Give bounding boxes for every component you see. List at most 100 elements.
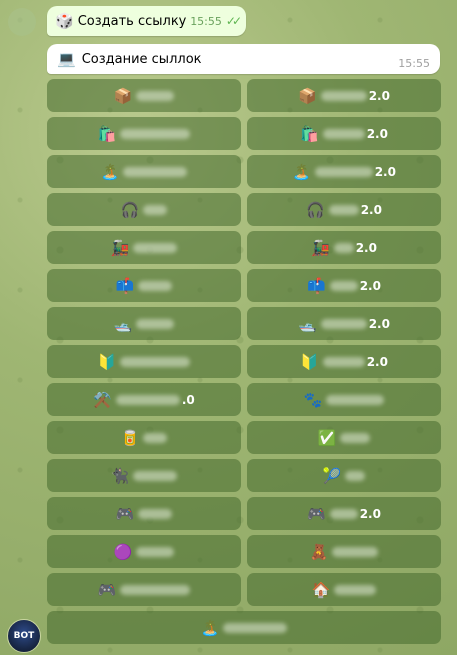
keyboard-button[interactable]: 🎮 (47, 573, 241, 606)
message-time: 15:55 (398, 56, 430, 70)
button-emoji-icon: 🐈‍⬛ (110, 466, 130, 485)
laptop-emoji-icon: 💻 (57, 50, 76, 68)
keyboard-button[interactable]: 🧸 (247, 535, 441, 568)
redacted-label (328, 204, 359, 215)
keyboard-row: 🏝️ (47, 611, 441, 644)
keyboard-button[interactable]: 📫 2.0 (247, 269, 441, 302)
keyboard-button[interactable]: 🛥️ 2.0 (247, 307, 441, 340)
button-label-suffix: .0 (181, 392, 195, 407)
keyboard-button[interactable]: 🚂 (47, 231, 241, 264)
redacted-label (340, 432, 371, 443)
keyboard-row: 🐈‍⬛ 🎾 (47, 459, 441, 492)
redacted-label (143, 432, 168, 443)
keyboard-button[interactable]: 🟣 (47, 535, 241, 568)
button-label-suffix: 2.0 (374, 164, 396, 179)
keyboard-button[interactable]: 🎧 (47, 193, 241, 226)
double-check-icon: ✓✓ (225, 14, 242, 28)
keyboard-row: 🏝️ 🏝️ 2.0 (47, 155, 441, 188)
button-emoji-icon: 🎮 (307, 504, 326, 523)
button-label-suffix: 2.0 (368, 316, 390, 331)
button-emoji-icon: 🎾 (322, 466, 342, 485)
keyboard-button[interactable]: 🏠 (247, 573, 441, 606)
incoming-message[interactable]: 💻 Создание сыллок 15:55 (47, 44, 440, 74)
keyboard-button[interactable]: 🔰 (47, 345, 241, 378)
redacted-label (123, 166, 188, 177)
redacted-label (329, 280, 358, 291)
redacted-label (143, 204, 168, 215)
button-label-suffix: 2.0 (366, 354, 388, 369)
redacted-label (332, 546, 379, 557)
redacted-label (322, 128, 365, 139)
button-emoji-icon: 🛍️ (97, 124, 117, 143)
keyboard-row: ⚒️ .0 🐾 (47, 383, 441, 416)
keyboard-button[interactable]: 📦 2.0 (247, 79, 441, 112)
button-emoji-icon: 📫 (307, 276, 326, 295)
button-emoji-icon: 🎧 (306, 200, 325, 219)
avatar-faded (8, 8, 36, 36)
redacted-label (345, 470, 366, 481)
message-time: 15:55 (190, 14, 222, 28)
button-emoji-icon: 🐾 (303, 390, 323, 409)
keyboard-button[interactable]: 🛍️ (47, 117, 241, 150)
keyboard-row: 🎧 🎧 2.0 (47, 193, 441, 226)
keyboard-button[interactable]: 🥫 (47, 421, 241, 454)
keyboard-button[interactable]: 🐈‍⬛ (47, 459, 241, 492)
bot-avatar[interactable]: BOT (7, 619, 41, 653)
keyboard-button[interactable]: 🏝️ (47, 611, 441, 644)
button-emoji-icon: 🧸 (309, 542, 329, 561)
redacted-label (120, 584, 191, 595)
keyboard-row: 🛥️ 🛥️ 2.0 (47, 307, 441, 340)
keyboard-button[interactable]: 📦 (47, 79, 241, 112)
button-emoji-icon: ✅ (317, 428, 337, 447)
redacted-label (138, 280, 173, 291)
keyboard-row: 🟣 🧸 (47, 535, 441, 568)
button-emoji-icon: 🎮 (115, 504, 135, 523)
redacted-label (326, 394, 385, 405)
keyboard-row: 🥫 ✅ (47, 421, 441, 454)
button-emoji-icon: 🔰 (97, 352, 117, 371)
keyboard-button[interactable]: 🚂 2.0 (247, 231, 441, 264)
redacted-label (115, 394, 180, 405)
redacted-label (223, 622, 288, 633)
redacted-label (329, 508, 358, 519)
button-emoji-icon: 🔰 (300, 352, 319, 371)
redacted-label (136, 90, 175, 101)
redacted-label (333, 242, 354, 253)
button-emoji-icon: 🛍️ (300, 124, 319, 143)
keyboard-row: 📫 📫 2.0 (47, 269, 441, 302)
button-emoji-icon: 🏝️ (292, 162, 311, 181)
keyboard-button[interactable]: 🏝️ 2.0 (247, 155, 441, 188)
keyboard-button[interactable]: 📫 (47, 269, 241, 302)
keyboard-button[interactable]: 🎾 (247, 459, 441, 492)
keyboard-button[interactable]: ✅ (247, 421, 441, 454)
redacted-label (138, 508, 173, 519)
button-emoji-icon: 🚂 (311, 238, 330, 257)
button-emoji-icon: 🛥️ (113, 314, 133, 333)
dice-emoji-icon: 🎲 (55, 12, 74, 30)
keyboard-button[interactable]: 🏝️ (47, 155, 241, 188)
keyboard-row: 🛍️ 🛍️ 2.0 (47, 117, 441, 150)
button-emoji-icon: ⚒️ (93, 390, 112, 409)
keyboard-button[interactable]: 🎧 2.0 (247, 193, 441, 226)
message-text: Создать ссылку (77, 13, 187, 29)
keyboard-button[interactable]: 🎮 (47, 497, 241, 530)
button-emoji-icon: 🏠 (311, 580, 331, 599)
button-label-suffix: 2.0 (366, 126, 388, 141)
outgoing-message[interactable]: 🎲 Создать ссылку 15:55 ✓✓ (47, 6, 246, 36)
keyboard-button[interactable]: 🛥️ (47, 307, 241, 340)
keyboard-button[interactable]: 🔰 2.0 (247, 345, 441, 378)
redacted-label (334, 584, 377, 595)
redacted-label (120, 356, 191, 367)
button-emoji-icon: 🟣 (113, 542, 133, 561)
button-label-suffix: 2.0 (368, 88, 390, 103)
redacted-label (322, 356, 365, 367)
button-emoji-icon: 🎧 (120, 200, 140, 219)
inline-keyboard: 📦 📦 2.0 🛍️ 🛍️ 2.0 🏝️ 🏝️ 2.0 🎧 🎧 2.0 🚂 🚂 2.0 📫 📫 2.0 🛥️ 🛥️ 2.… (47, 79, 441, 649)
keyboard-button[interactable]: 🛍️ 2.0 (247, 117, 441, 150)
button-emoji-icon: 🚂 (110, 238, 130, 257)
keyboard-button[interactable]: 🎮 2.0 (247, 497, 441, 530)
keyboard-button[interactable]: 🐾 (247, 383, 441, 416)
button-emoji-icon: 📫 (115, 276, 135, 295)
keyboard-row: 🎮 🎮 2.0 (47, 497, 441, 530)
keyboard-button[interactable]: ⚒️ .0 (47, 383, 241, 416)
